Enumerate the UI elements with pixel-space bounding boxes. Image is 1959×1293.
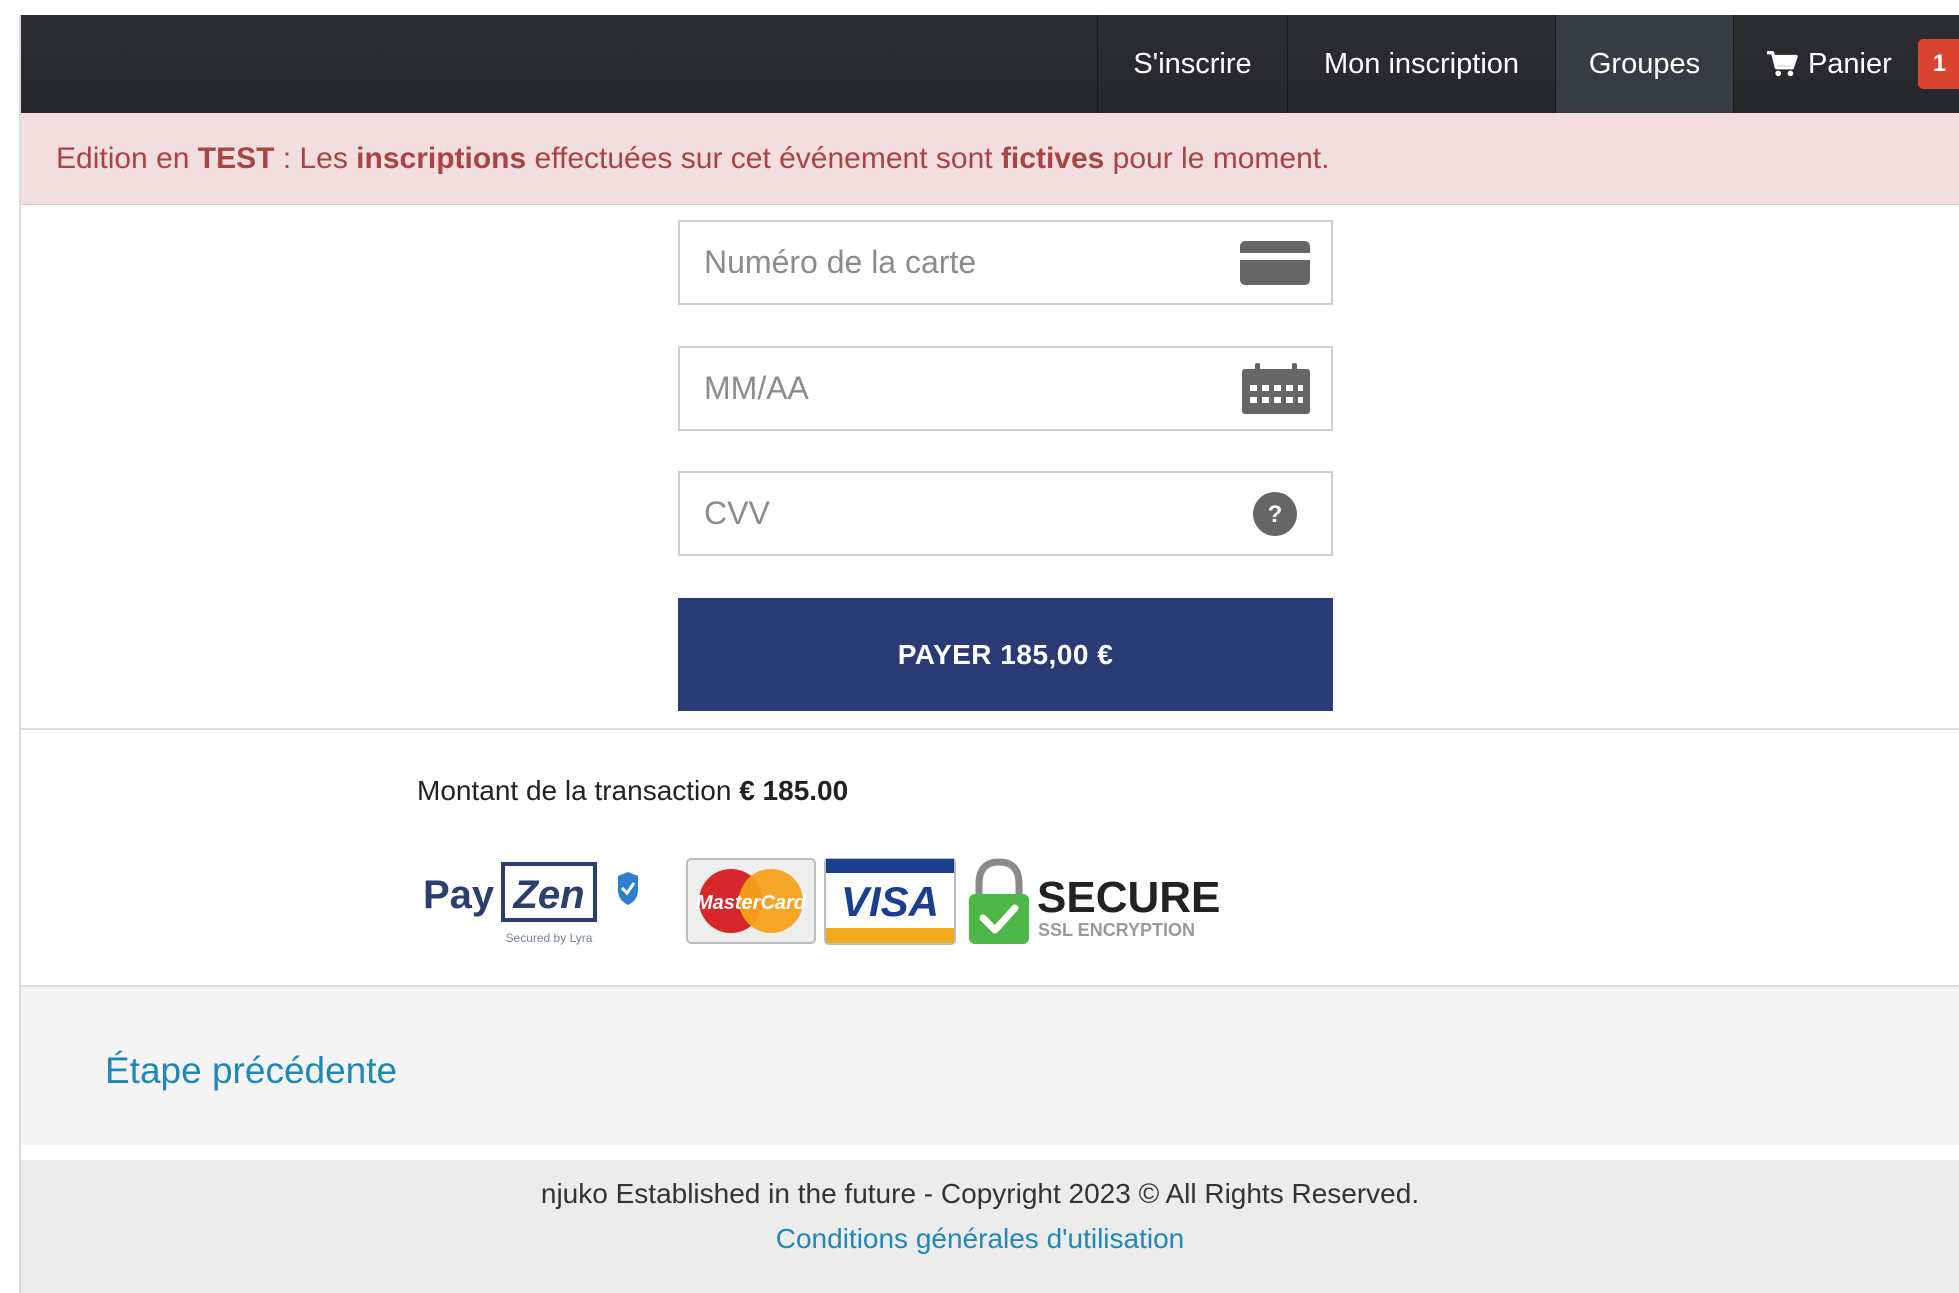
transaction-amount-value: € 185.00 bbox=[739, 775, 849, 806]
alert-bold-fictives: fictives bbox=[1000, 141, 1105, 175]
payzen-zen-text: Zen bbox=[512, 873, 584, 917]
cart-label: Panier bbox=[1807, 47, 1892, 80]
nav-item-register[interactable]: S'inscrire bbox=[1097, 15, 1287, 113]
transaction-amount: Montant de la transaction € 185.00 bbox=[417, 775, 848, 807]
svg-text:?: ? bbox=[1268, 501, 1283, 528]
ssl-secure-badge: SECURE SSL ENCRYPTION bbox=[969, 858, 1220, 944]
payzen-logo: Pay Zen Secured by Lyra bbox=[423, 862, 638, 945]
nav-menu: S'inscrire Mon inscription Groupes Panie… bbox=[1097, 15, 1959, 113]
terms-link[interactable]: Conditions générales d'utilisation bbox=[0, 1223, 1959, 1255]
alert-bold-test: TEST bbox=[197, 141, 275, 175]
alert-bold-inscriptions: inscriptions bbox=[356, 141, 527, 175]
top-navbar: S'inscrire Mon inscription Groupes Panie… bbox=[21, 15, 1959, 113]
visa-text: VISA bbox=[841, 878, 939, 925]
cvv-field[interactable]: ? bbox=[678, 471, 1333, 556]
transaction-amount-label: Montant de la transaction bbox=[417, 775, 740, 806]
page-frame: S'inscrire Mon inscription Groupes Panie… bbox=[19, 15, 1959, 1293]
nav-item-cart[interactable]: Panier 1 bbox=[1733, 15, 1959, 113]
payzen-tagline: Secured by Lyra bbox=[506, 931, 593, 945]
footer-copyright: njuko Established in the future - Copyri… bbox=[540, 1178, 1420, 1209]
visa-logo: VISA bbox=[824, 858, 956, 945]
payment-logos: Pay Zen Secured by Lyra MasterCard VISA … bbox=[423, 858, 1220, 945]
test-mode-alert: Edition en TEST : Les inscriptions effec… bbox=[21, 113, 1959, 205]
calendar-icon bbox=[1241, 362, 1311, 415]
payzen-pay-text: Pay bbox=[423, 873, 495, 917]
alert-text-3: effectuées sur cet événement sont bbox=[526, 141, 1001, 175]
card-number-input[interactable] bbox=[704, 244, 1224, 281]
nav-item-my-registration[interactable]: Mon inscription bbox=[1287, 15, 1555, 113]
cart-count-badge: 1 bbox=[1917, 39, 1959, 89]
cvv-input[interactable] bbox=[704, 495, 1224, 532]
expiry-date-input[interactable] bbox=[704, 370, 1224, 407]
secure-title: SECURE bbox=[1037, 873, 1220, 922]
card-number-field[interactable] bbox=[678, 220, 1333, 305]
secure-subtitle: SSL ENCRYPTION bbox=[1038, 920, 1195, 940]
cart-icon bbox=[1766, 51, 1798, 77]
pay-button[interactable]: PAYER 185,00 € bbox=[678, 598, 1333, 711]
divider bbox=[21, 728, 1959, 730]
mastercard-logo: MasterCard bbox=[686, 858, 816, 944]
mastercard-text: MasterCard bbox=[696, 892, 807, 914]
alert-text-1: Edition en bbox=[56, 141, 198, 175]
previous-step-link[interactable]: Étape précédente bbox=[105, 1050, 397, 1092]
alert-text-2: : Les bbox=[274, 141, 357, 175]
help-icon[interactable]: ? bbox=[1252, 491, 1298, 537]
credit-card-icon bbox=[1239, 239, 1311, 287]
expiry-date-field[interactable] bbox=[678, 346, 1333, 431]
nav-item-groups[interactable]: Groupes bbox=[1555, 15, 1733, 113]
alert-text-4: pour le moment. bbox=[1104, 141, 1330, 175]
